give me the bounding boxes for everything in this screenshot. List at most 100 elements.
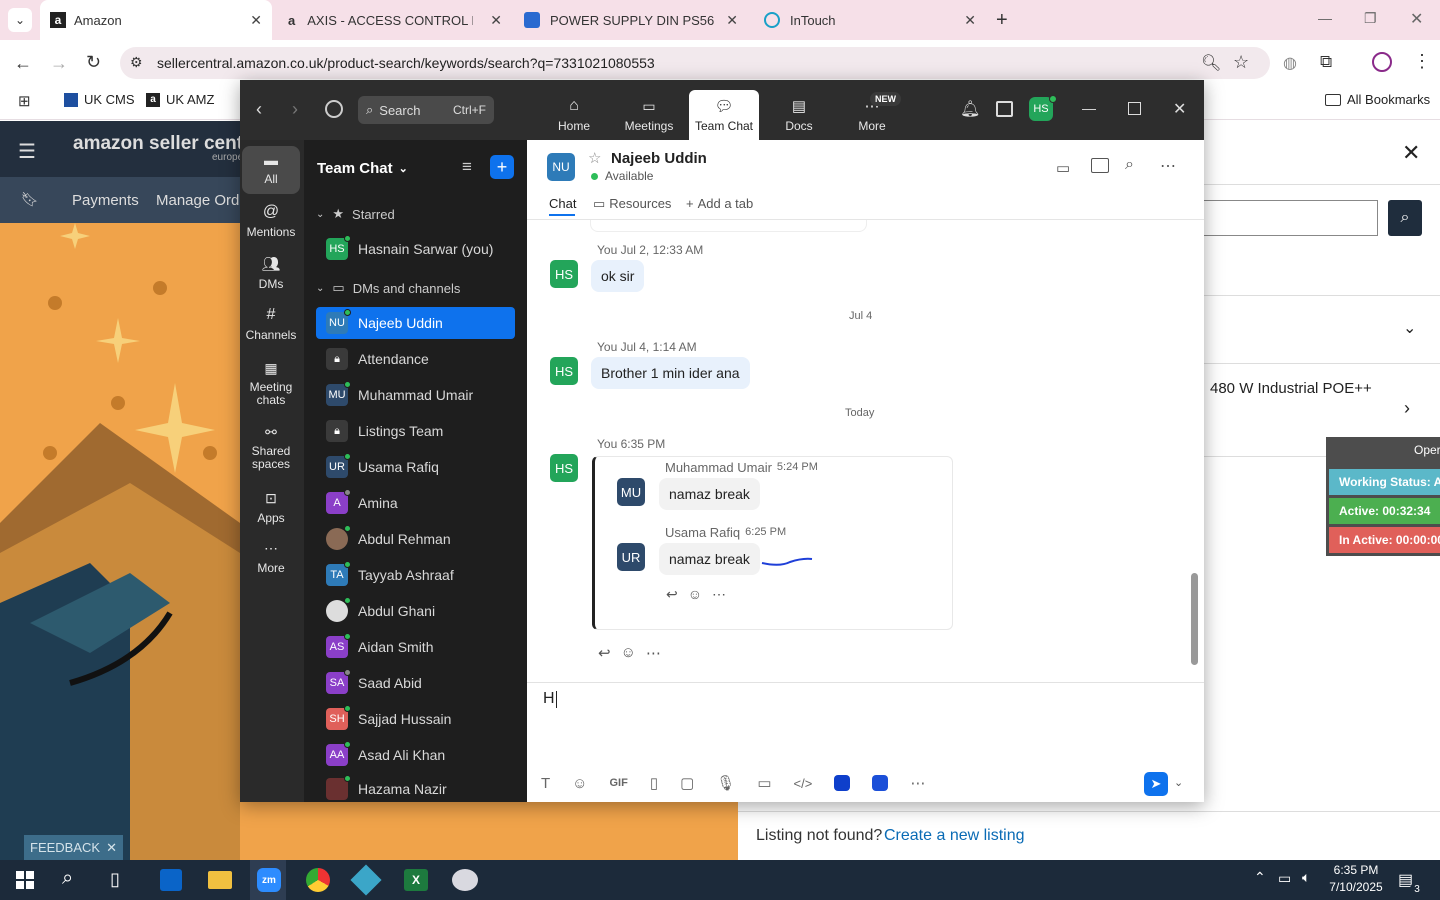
bookmark-uk-amz[interactable]: a UK AMZ	[146, 92, 214, 107]
search-icon[interactable]: ⌕	[62, 867, 73, 890]
team-chat-title[interactable]: Team Chat ⌄	[317, 160, 408, 177]
hamburger-menu-icon[interactable]: ☰	[18, 139, 36, 164]
rail-meeting-chats[interactable]: ▦ Meeting chats	[242, 360, 300, 407]
code-icon[interactable]: </>	[794, 776, 813, 791]
windows-start-icon[interactable]	[16, 871, 34, 889]
close-tab-icon[interactable]: ✕	[964, 12, 976, 29]
close-tab-icon[interactable]: ✕	[726, 12, 738, 29]
tab-chat[interactable]: Chat	[549, 196, 576, 211]
forward-button[interactable]: →	[50, 53, 68, 74]
tab-intouch[interactable]: InTouch ✕	[756, 0, 986, 40]
nav-docs[interactable]: ▤ Docs	[764, 90, 834, 140]
chat-item-muhammad-umair[interactable]: MU Muhammad Umair	[316, 379, 515, 411]
nav-meetings[interactable]: ▭ Meetings	[614, 90, 684, 140]
history-icon[interactable]	[325, 100, 343, 118]
calendar-icon[interactable]	[996, 101, 1013, 117]
new-tab-button[interactable]: +	[996, 9, 1008, 32]
task-view-icon[interactable]: ▯	[110, 869, 120, 890]
zoom-app-icon[interactable]: zm	[257, 868, 281, 892]
message-composer[interactable]: H	[543, 690, 557, 708]
bookmark-nav-icon[interactable]: 🔖︎	[21, 191, 39, 208]
outlook-icon[interactable]	[160, 869, 182, 891]
back-button[interactable]: ←	[14, 53, 32, 74]
filter-icon[interactable]: ≡	[462, 157, 472, 177]
emoji-icon[interactable]: ☺	[572, 775, 587, 792]
rail-more[interactable]: ⋯ More	[242, 540, 300, 575]
close-tab-icon[interactable]: ✕	[490, 12, 502, 29]
new-chat-button[interactable]: +	[490, 155, 514, 179]
more-dots-icon[interactable]: ⋯	[712, 586, 726, 603]
chat-item-najeeb[interactable]: NU Najeeb Uddin	[316, 307, 515, 339]
rail-all[interactable]: ▬ All	[242, 146, 300, 194]
nav-payments[interactable]: Payments	[72, 192, 139, 209]
file-explorer-icon[interactable]	[208, 871, 232, 889]
profile-icon[interactable]	[1372, 52, 1392, 72]
close-window-button[interactable]: ✕	[1410, 9, 1423, 29]
more-options-icon[interactable]: ⋯	[1160, 156, 1176, 176]
excel-icon[interactable]: X	[404, 869, 428, 891]
send-options-chevron-icon[interactable]: ⌄	[1174, 776, 1183, 789]
star-icon[interactable]: ☆	[588, 149, 601, 167]
chevron-up-icon[interactable]: ⌃	[1254, 869, 1266, 886]
dms-section-header[interactable]: ⌄ ▭ DMs and channels	[316, 280, 460, 296]
back-arrow-icon[interactable]: ‹	[256, 99, 262, 120]
video-call-icon[interactable]: ▭	[1056, 159, 1070, 177]
text-format-icon[interactable]: T	[541, 775, 550, 792]
nav-home[interactable]: ⌂ Home	[539, 90, 609, 140]
chat-item-attendance[interactable]: 🔒︎ Attendance	[316, 343, 515, 375]
emoji-icon[interactable]: ☺	[688, 586, 702, 603]
amazon-search-button[interactable]: ⌕	[1388, 200, 1422, 236]
message-avatar[interactable]: HS	[550, 357, 578, 385]
network-icon[interactable]: ▭	[1278, 870, 1291, 887]
create-listing-link[interactable]: Create a new listing	[884, 827, 1025, 845]
site-info-icon[interactable]: ⚙	[130, 54, 143, 71]
restore-window-button[interactable]: ❐	[1364, 10, 1377, 27]
bookmark-uk-cms[interactable]: UK CMS	[64, 92, 135, 107]
notification-bell-icon[interactable]: 🔔︎	[960, 99, 980, 119]
chat-item-hazama-nazir[interactable]: Hazama Nazir	[316, 775, 515, 802]
forwarded-messages-card[interactable]	[592, 456, 953, 630]
contact-name[interactable]: Najeeb Uddin	[611, 150, 707, 167]
message-avatar[interactable]: HS	[550, 260, 578, 288]
send-button[interactable]: ➤	[1144, 772, 1168, 796]
translate-icon[interactable]: ◍	[1283, 53, 1297, 73]
zoom-close-button[interactable]: ✕	[1173, 99, 1186, 119]
reply-icon[interactable]: ↩	[598, 644, 611, 662]
volume-icon[interactable]: 🔈︎	[1302, 869, 1310, 886]
search-icon[interactable]: ⌕	[1125, 156, 1134, 174]
browser-menu-icon[interactable]: ⋮	[1413, 51, 1431, 72]
add-tab-button[interactable]: + Add a tab	[686, 196, 753, 211]
rail-mentions[interactable]: @ Mentions	[242, 203, 300, 239]
chat-item-sajjad-hussain[interactable]: SH Sajjad Hussain	[316, 703, 515, 735]
zoom-maximize-button[interactable]	[1128, 102, 1141, 115]
chat-item-tayyab[interactable]: TA Tayyab Ashraaf	[316, 559, 515, 591]
minimize-window-button[interactable]: —	[1318, 10, 1332, 26]
chevron-down-icon[interactable]: ⌄	[1403, 318, 1416, 338]
starred-section-header[interactable]: ⌄ ★ Starred	[316, 206, 395, 222]
close-icon[interactable]: ✕	[1402, 140, 1420, 166]
tab-search-button[interactable]: ⌄	[8, 8, 32, 32]
reload-button[interactable]: ↻	[86, 52, 101, 73]
close-icon[interactable]: ✕	[106, 840, 117, 856]
tab-amazon[interactable]: a Amazon ✕	[40, 0, 272, 40]
chat-item-amina[interactable]: A Amina	[316, 487, 515, 519]
app-icon[interactable]	[872, 775, 889, 791]
extensions-icon[interactable]: ⧉	[1320, 52, 1332, 72]
more-dots-icon[interactable]: ⋯	[910, 774, 925, 792]
tab-power-supply[interactable]: POWER SUPPLY DIN PS56 480 W ✕	[516, 0, 748, 40]
tab-axis[interactable]: a AXIS - ACCESS CONTROL Powe ✕	[280, 0, 512, 40]
app-icon[interactable]	[834, 775, 851, 791]
apps-grid-icon[interactable]: ⊞	[18, 92, 31, 110]
forward-arrow-icon[interactable]: ›	[292, 99, 298, 120]
chat-item-saad-abid[interactable]: SA Saad Abid	[316, 667, 515, 699]
contact-avatar[interactable]: NU	[547, 153, 575, 181]
chat-item-aidan-smith[interactable]: AS Aidan Smith	[316, 631, 515, 663]
snipping-tool-icon[interactable]	[452, 869, 478, 891]
emoji-icon[interactable]: ☺	[621, 644, 636, 662]
chat-item-asad-ali-khan[interactable]: AA Asad Ali Khan	[316, 739, 515, 771]
zoom-minimize-button[interactable]: —	[1082, 100, 1096, 116]
clock[interactable]: 6:35 PM 7/10/2025	[1328, 863, 1384, 894]
close-tab-icon[interactable]: ✕	[250, 12, 262, 29]
share-screen-icon[interactable]	[1091, 158, 1109, 173]
nav-team-chat[interactable]: 💬︎ Team Chat	[689, 90, 759, 140]
